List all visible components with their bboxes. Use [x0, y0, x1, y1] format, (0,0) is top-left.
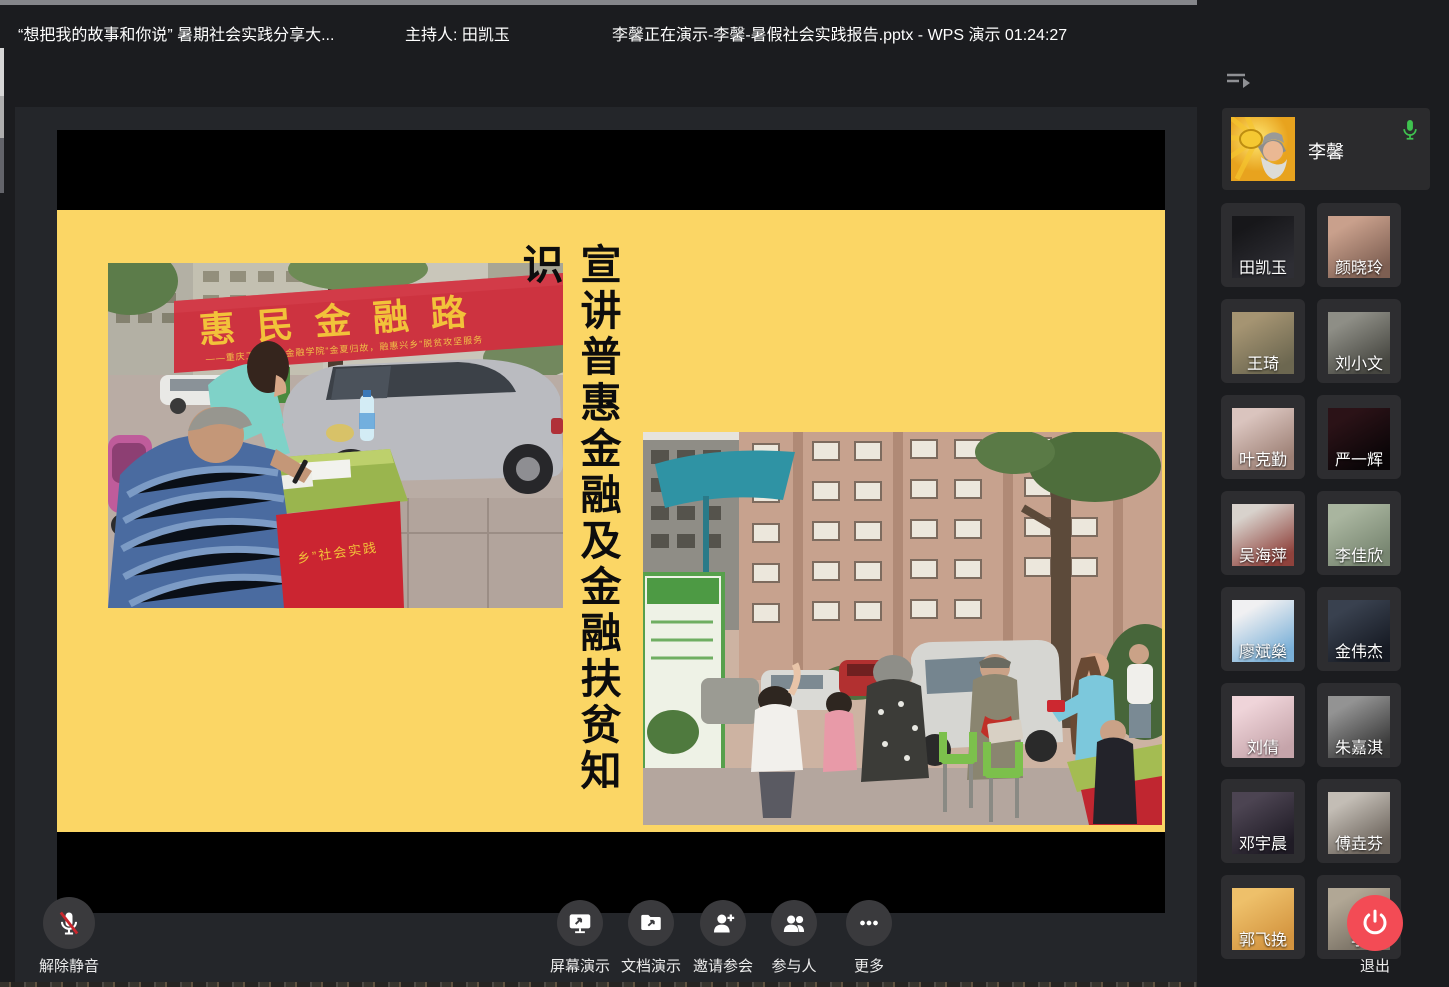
participant-name: 王琦 — [1221, 350, 1305, 374]
participant-tile[interactable]: 吴海萍 — [1221, 491, 1305, 575]
participant-tile[interactable]: 金伟杰 — [1317, 587, 1401, 671]
window-left-edge — [0, 48, 4, 96]
participant-tile[interactable]: 邓宇晨 — [1221, 779, 1305, 863]
participant-tile[interactable]: 严一辉 — [1317, 395, 1401, 479]
unmute-button[interactable] — [43, 897, 95, 949]
window-left-edge — [0, 138, 4, 193]
screen-share-icon — [567, 910, 593, 936]
doc-share-button[interactable] — [628, 900, 674, 946]
mic-muted-icon — [55, 909, 83, 937]
unmute-label: 解除静音 — [19, 955, 119, 976]
desktop-peek-strip — [0, 982, 1197, 987]
mic-on-icon — [1400, 118, 1420, 142]
participant-tile[interactable]: 傅垚芬 — [1317, 779, 1401, 863]
participant-tile[interactable]: 李佳欣 — [1317, 491, 1401, 575]
slide-viewport: 惠民金融路 ——重庆工商大学金融学院“金夏归故，融惠兴乡”脱贫攻坚服务 — [57, 130, 1165, 913]
participants-sidebar: 李馨 田凯玉 颜晓玲 王琦 刘小文 叶克勤 严一辉 吴海萍 — [1197, 0, 1449, 987]
participant-tile[interactable]: 刘倩 — [1221, 683, 1305, 767]
more-icon — [856, 910, 882, 936]
speaker-name: 李馨 — [1308, 138, 1344, 164]
power-icon — [1360, 908, 1390, 938]
participant-name: 颜晓玲 — [1317, 254, 1401, 278]
speaker-avatar — [1231, 117, 1295, 181]
participants-icon — [781, 910, 808, 937]
participant-name: 刘小文 — [1317, 350, 1401, 374]
participant-name: 叶克勤 — [1221, 446, 1305, 470]
more-label: 更多 — [829, 955, 909, 976]
participant-name: 吴海萍 — [1221, 542, 1305, 566]
participant-tile[interactable]: 郭飞挽 — [1221, 875, 1305, 959]
participant-tile[interactable]: 王琦 — [1221, 299, 1305, 383]
participant-tile[interactable]: 刘小文 — [1317, 299, 1401, 383]
invite-label: 邀请参会 — [683, 955, 763, 976]
slide: 惠民金融路 ——重庆工商大学金融学院“金夏归故，融惠兴乡”脱贫攻坚服务 — [57, 210, 1165, 832]
collapse-icon — [1225, 70, 1253, 94]
participant-name: 廖斌燊 — [1221, 638, 1305, 662]
participant-name: 傅垚芬 — [1317, 830, 1401, 854]
participant-name: 朱嘉淇 — [1317, 734, 1401, 758]
meeting-title: “想把我的故事和你说” 暑期社会实践分享大... — [18, 21, 334, 45]
exit-label: 退出 — [1335, 955, 1415, 976]
participant-tile[interactable]: 朱嘉淇 — [1317, 683, 1401, 767]
screen-share-label: 屏幕演示 — [540, 955, 620, 976]
participant-tile[interactable]: 廖斌燊 — [1221, 587, 1305, 671]
participant-grid: 田凯玉 颜晓玲 王琦 刘小文 叶克勤 严一辉 吴海萍 李佳欣 廖斌燊 金伟杰 刘 — [1221, 203, 1401, 959]
slide-photo-right — [643, 432, 1162, 825]
participant-tile[interactable]: 田凯玉 — [1221, 203, 1305, 287]
participant-name: 刘倩 — [1221, 734, 1305, 758]
exit-button[interactable] — [1347, 895, 1403, 951]
presenting-title: 李馨正在演示-李馨-暑假社会实践报告.pptx - WPS 演示 01:24:2… — [612, 21, 1067, 45]
invite-button[interactable] — [700, 900, 746, 946]
participant-name: 李佳欣 — [1317, 542, 1401, 566]
participant-name: 金伟杰 — [1317, 638, 1401, 662]
participants-label: 参与人 — [754, 955, 834, 976]
invite-icon — [710, 910, 737, 937]
participant-name: 严一辉 — [1317, 446, 1401, 470]
participant-name: 田凯玉 — [1221, 254, 1305, 278]
doc-share-icon — [638, 910, 664, 936]
doc-share-label: 文档演示 — [611, 955, 691, 976]
participant-tile[interactable]: 颜晓玲 — [1317, 203, 1401, 287]
participants-button[interactable] — [771, 900, 817, 946]
more-button[interactable] — [846, 900, 892, 946]
participant-tile[interactable]: 叶克勤 — [1221, 395, 1305, 479]
sidebar-collapse-button[interactable] — [1225, 70, 1253, 94]
slide-photo-left: 惠民金融路 ——重庆工商大学金融学院“金夏归故，融惠兴乡”脱贫攻坚服务 — [108, 263, 563, 608]
participant-name: 邓宇晨 — [1221, 830, 1305, 854]
screen-share-button[interactable] — [557, 900, 603, 946]
participant-name: 郭飞挽 — [1221, 926, 1305, 950]
host-label: 主持人: 田凯玉 — [405, 21, 510, 45]
window-left-edge — [0, 96, 4, 138]
meeting-window: “想把我的故事和你说” 暑期社会实践分享大... 主持人: 田凯玉 李馨正在演示… — [0, 0, 1449, 987]
active-speaker-tile[interactable]: 李馨 — [1222, 108, 1430, 190]
presentation-stage: 惠民金融路 ——重庆工商大学金融学院“金夏归故，融惠兴乡”脱贫攻坚服务 — [15, 107, 1197, 987]
slide-vertical-title: 宣讲普惠金融及金融扶贫知识 — [568, 243, 626, 809]
